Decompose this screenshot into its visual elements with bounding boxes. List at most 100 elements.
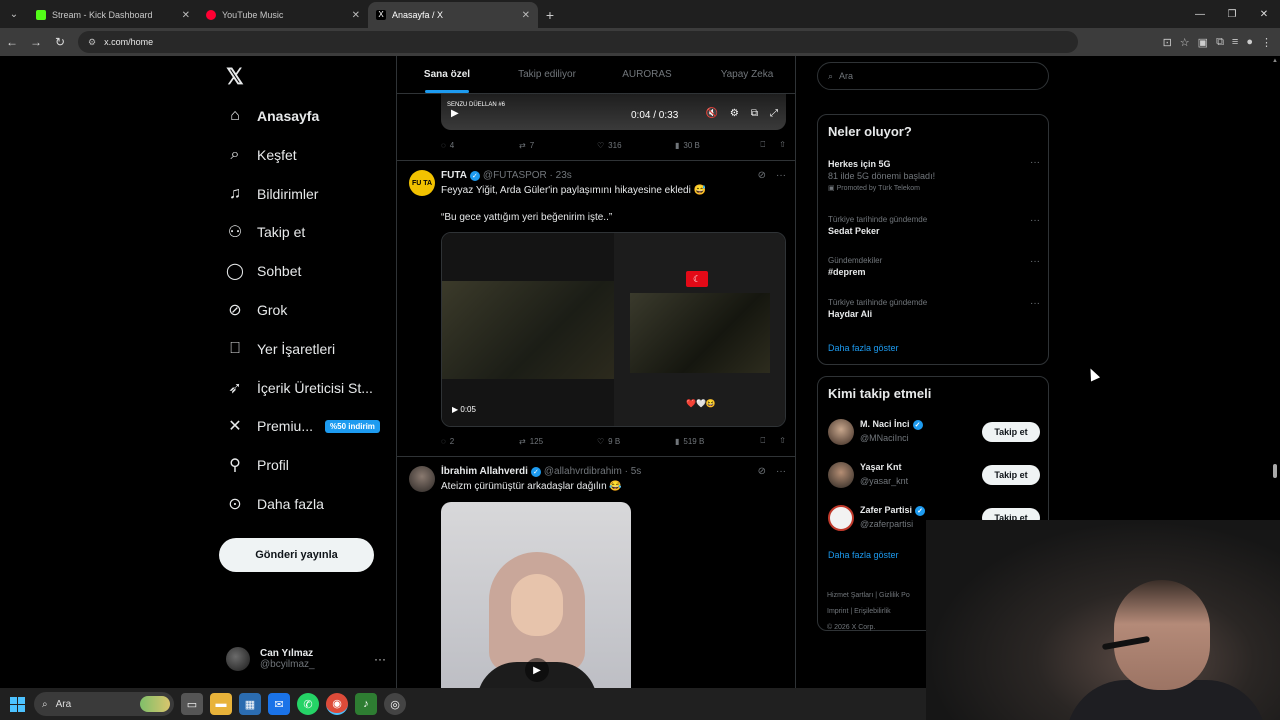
back-icon[interactable]: ←: [0, 35, 24, 49]
file-explorer-icon[interactable]: ▬: [210, 693, 232, 715]
grok-icon[interactable]: ⊘: [758, 170, 766, 181]
nav-creator-studio[interactable]: ➶ İçerik Üreticisi St...: [226, 374, 373, 402]
fullscreen-icon[interactable]: ⤢: [770, 108, 778, 119]
reply-button[interactable]: ◌ 4: [441, 141, 519, 150]
privacy-link[interactable]: Gizlilik Po: [879, 592, 910, 599]
tab-search-chevron-icon[interactable]: ⌄: [0, 0, 28, 28]
start-button[interactable]: [0, 688, 34, 720]
tab-kick-dashboard[interactable]: Stream - Kick Dashboard ✕: [28, 2, 198, 28]
like-button[interactable]: ♡ 9 B: [597, 437, 675, 446]
nav-chat[interactable]: ◯ Sohbet: [226, 257, 301, 285]
tab-ai[interactable]: Yapay Zeka: [697, 56, 795, 93]
repost-button[interactable]: ⇄ 7: [519, 141, 597, 150]
site-info-icon[interactable]: ⚙: [88, 37, 96, 48]
accessibility-link[interactable]: Erişilebilirlik: [854, 608, 891, 615]
play-icon[interactable]: ▶: [451, 108, 459, 119]
scroll-up-icon[interactable]: ▲: [1272, 58, 1278, 64]
follow-button[interactable]: Takip et: [982, 422, 1040, 442]
views-button[interactable]: ▮ 30 B: [675, 141, 753, 150]
store-icon[interactable]: ▦: [239, 693, 261, 715]
nav-grok[interactable]: ⊘ Grok: [226, 296, 287, 324]
more-icon[interactable]: ···: [1030, 256, 1040, 267]
author-handle[interactable]: @allahvrdibrahim: [544, 466, 622, 477]
tab-for-you[interactable]: Sana özel: [397, 56, 497, 93]
bookmark-star-icon[interactable]: ☆: [1180, 36, 1190, 49]
forward-icon[interactable]: →: [24, 35, 48, 49]
nav-bookmarks[interactable]: ⎕ Yer İşaretleri: [226, 335, 335, 363]
nav-more[interactable]: ⊙ Daha fazla: [226, 490, 324, 518]
post-button[interactable]: Gönderi yayınla: [219, 538, 374, 572]
more-icon[interactable]: ···: [374, 652, 386, 666]
ibrahim-avatar[interactable]: [409, 466, 435, 492]
scrollbar-thumb[interactable]: [1273, 464, 1277, 478]
follow-suggestion[interactable]: M. Naci İnci ✓ @MNaciInci Takip et: [828, 417, 1040, 447]
follow-button[interactable]: Takip et: [982, 465, 1040, 485]
nav-premium[interactable]: ✕ Premiu... %50 indirim: [226, 412, 380, 440]
close-tab-icon[interactable]: ✕: [522, 10, 530, 21]
close-tab-icon[interactable]: ✕: [352, 10, 360, 21]
video-media[interactable]: ▶ 0:05 ☾ ❤️🤍😆: [441, 232, 786, 427]
media-control-icon[interactable]: ≡: [1232, 36, 1238, 49]
share-icon[interactable]: ⇧: [779, 436, 786, 446]
restore-icon[interactable]: ❐: [1216, 0, 1248, 28]
popout-icon[interactable]: ⧉: [751, 108, 758, 119]
grok-icon[interactable]: ⊘: [758, 466, 766, 477]
show-more-link[interactable]: Daha fazla göster: [828, 343, 899, 353]
more-icon[interactable]: ···: [1030, 215, 1040, 226]
terms-link[interactable]: Hizmet Şartları: [827, 592, 873, 599]
tab-youtube-music[interactable]: YouTube Music ✕: [198, 2, 368, 28]
extension-icon[interactable]: ▣: [1198, 36, 1208, 49]
tab-x-home[interactable]: X Anasayfa / X ✕: [368, 2, 538, 28]
video-media[interactable]: ▶: [441, 502, 631, 688]
repost-button[interactable]: ⇄ 125: [519, 437, 597, 446]
app-icon[interactable]: ♪: [355, 693, 377, 715]
more-icon[interactable]: ···: [776, 466, 786, 477]
show-more-link[interactable]: Daha fazla göster: [828, 550, 899, 560]
nav-profile[interactable]: ⚲ Profil: [226, 451, 289, 479]
chrome-icon[interactable]: ◉: [326, 693, 348, 715]
play-icon[interactable]: ▶: [525, 658, 549, 682]
author-name[interactable]: İbrahim Allahverdi: [441, 466, 528, 477]
follow-suggestion[interactable]: Yaşar Knt @yasar_knt Takip et: [828, 460, 1040, 490]
futa-avatar[interactable]: FU TA: [409, 170, 435, 196]
new-tab-button[interactable]: +: [538, 2, 562, 28]
more-icon[interactable]: ···: [1030, 157, 1040, 168]
views-button[interactable]: ▮ 519 B: [675, 437, 753, 446]
share-icon[interactable]: ⇧: [779, 140, 786, 150]
trend-item[interactable]: Türkiye tarihinde gündemde Sedat Peker ·…: [828, 215, 1040, 236]
author-handle[interactable]: @FUTASPOR: [483, 170, 547, 181]
mute-icon[interactable]: 🔇: [705, 108, 717, 119]
like-button[interactable]: ♡ 316: [597, 141, 675, 150]
mail-icon[interactable]: ✉: [268, 693, 290, 715]
profile-avatar-icon[interactable]: ●: [1246, 36, 1253, 49]
whatsapp-icon[interactable]: ✆: [297, 693, 319, 715]
install-app-icon[interactable]: ⊡: [1163, 36, 1172, 49]
trend-item[interactable]: Gündemdekiler #deprem ···: [828, 256, 1040, 277]
more-icon[interactable]: ···: [776, 170, 786, 181]
author-name[interactable]: FUTA: [441, 170, 467, 181]
trend-item[interactable]: Türkiye tarihinde gündemde Haydar Ali ··…: [828, 298, 1040, 319]
close-tab-icon[interactable]: ✕: [182, 10, 190, 21]
settings-gear-icon[interactable]: ⚙: [730, 108, 739, 119]
task-view-icon[interactable]: ▭: [181, 693, 203, 715]
tab-following[interactable]: Takip ediliyor: [497, 56, 597, 93]
nav-follow[interactable]: ⚇ Takip et: [226, 218, 305, 246]
video-player[interactable]: SENZU DÜELLAN #6 ▶ 0:04 / 0:33 🔇 ⚙ ⧉ ⤢: [441, 94, 786, 130]
account-switcher[interactable]: Can Yılmaz @bcyilmaz_ ···: [226, 642, 386, 676]
chrome-menu-icon[interactable]: ⋮: [1261, 36, 1272, 49]
nav-notifications[interactable]: ♫ Bildirimler: [226, 180, 318, 208]
more-icon[interactable]: ···: [1030, 298, 1040, 309]
nav-explore[interactable]: ⌕ Keşfet: [226, 141, 297, 169]
nav-home[interactable]: ⌂ Anasayfa: [226, 102, 319, 130]
bookmark-icon[interactable]: ⎕: [760, 140, 765, 150]
x-logo-icon[interactable]: 𝕏: [226, 64, 244, 90]
reload-icon[interactable]: ↻: [48, 35, 72, 49]
trend-item[interactable]: Herkes için 5G 81 ilde 5G dönemi başladı…: [828, 157, 1040, 192]
reply-button[interactable]: ◌ 2: [441, 437, 519, 446]
minimize-icon[interactable]: —: [1184, 0, 1216, 28]
url-input[interactable]: ⚙ x.com/home: [78, 31, 1078, 53]
search-input[interactable]: ⌕ Ara: [817, 62, 1049, 90]
close-window-icon[interactable]: ✕: [1248, 0, 1280, 28]
bookmark-icon[interactable]: ⎕: [760, 436, 765, 446]
tab-auroras[interactable]: AURORAS: [597, 56, 697, 93]
